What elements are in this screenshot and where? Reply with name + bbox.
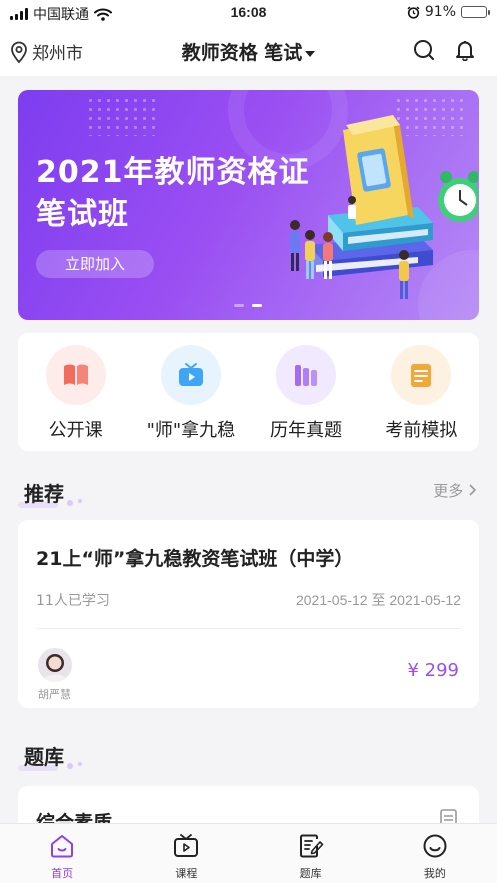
status-right: 91% — [407, 4, 490, 20]
quick-link-label: 历年真题 — [270, 420, 343, 441]
past-exams-icon-circle — [276, 345, 337, 405]
home-icon — [51, 835, 74, 858]
bell-icon[interactable] — [455, 39, 475, 61]
search-icon[interactable] — [413, 39, 435, 61]
open-book-icon — [63, 364, 88, 385]
course-price: ¥ 299 — [407, 660, 459, 681]
more-link[interactable]: 更多 — [433, 480, 477, 501]
banner-dots-pattern — [86, 96, 156, 136]
quick-link-open-class[interactable]: 公开课 — [18, 333, 133, 451]
battery-icon — [461, 6, 490, 18]
quick-link-label: 公开课 — [48, 420, 103, 441]
edit-note-icon — [299, 834, 323, 858]
quick-link-label: "师"拿九稳 — [146, 420, 236, 441]
tab-label: 课程 — [175, 867, 198, 880]
top-navbar: 郑州市 教师资格 笔试 — [0, 26, 497, 76]
learner-count: 11人已学习 — [36, 593, 110, 609]
caret-down-icon — [305, 50, 316, 57]
quick-link-sure-pass[interactable]: "师"拿九稳 — [133, 333, 248, 451]
chevron-right-icon — [469, 484, 477, 496]
status-bar: 中国联通 16:08 91% — [0, 0, 497, 26]
battery-percent: 91% — [424, 4, 456, 20]
study-illustration — [290, 115, 478, 299]
tab-question-bank[interactable]: 题库 — [249, 824, 373, 883]
course-dates: 2021-05-12 至 2021-05-12 — [295, 592, 461, 608]
smile-icon — [423, 834, 447, 858]
tv-play-icon — [178, 363, 203, 386]
tab-home[interactable]: 首页 — [0, 824, 124, 883]
mock-exam-icon-circle — [391, 345, 452, 405]
page-title: 教师资格 笔试 — [181, 42, 303, 64]
header-actions — [413, 39, 475, 61]
bottom-tabbar: 首页 课程 题库 我的 — [0, 823, 497, 883]
quick-links: 公开课 "师"拿九稳 历年真题 考前模拟 — [18, 333, 479, 451]
carousel-indicator — [234, 304, 262, 307]
quick-link-label: 考前模拟 — [385, 420, 458, 441]
books-stack-icon — [295, 365, 318, 386]
sure-pass-icon-circle — [160, 345, 221, 405]
tv-icon — [174, 834, 199, 857]
open-class-icon-circle — [45, 345, 106, 405]
course-title: 21上“师”拿九稳教资笔试班（中学） — [36, 548, 354, 570]
teacher-avatar — [38, 648, 72, 682]
promo-banner[interactable]: 2021年教师资格证 笔试班 立即加入 — [18, 90, 479, 320]
alarm-icon — [407, 5, 420, 19]
tab-label: 我的 — [423, 867, 446, 880]
teacher-name: 胡严慧 — [38, 688, 71, 701]
quick-link-mock-exam[interactable]: 考前模拟 — [364, 333, 479, 451]
quick-link-past-exams[interactable]: 历年真题 — [249, 333, 364, 451]
join-now-button[interactable]: 立即加入 — [36, 250, 154, 278]
tab-profile[interactable]: 我的 — [373, 824, 497, 883]
course-card[interactable]: 21上“师”拿九稳教资笔试班（中学） 11人已学习 2021-05-12 至 2… — [18, 520, 479, 708]
notepad-icon — [411, 364, 432, 387]
tab-courses[interactable]: 课程 — [124, 824, 248, 883]
recommend-heading: 推荐 — [18, 478, 82, 508]
tab-label: 题库 — [299, 867, 322, 880]
question-bank-heading: 题库 — [18, 741, 82, 771]
divider — [36, 628, 461, 629]
tab-label: 首页 — [51, 867, 74, 880]
